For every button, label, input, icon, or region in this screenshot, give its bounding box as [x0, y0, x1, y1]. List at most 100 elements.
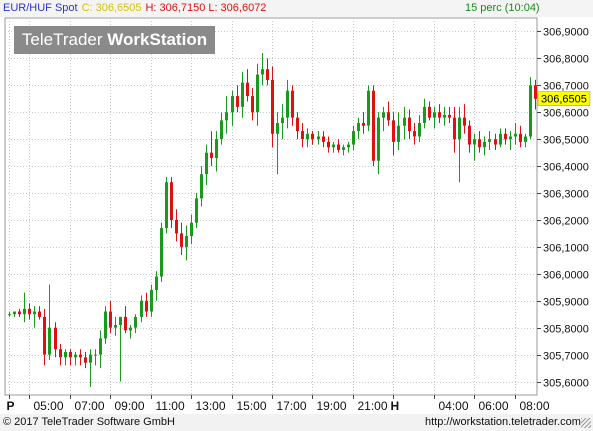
candle-body: [23, 308, 26, 315]
candle-body: [433, 112, 436, 118]
candle-body: [94, 354, 97, 356]
chart-grid: [4, 17, 538, 396]
candle-body: [84, 357, 87, 363]
candle-body: [382, 112, 385, 118]
candle-body: [519, 133, 522, 142]
y-tick-label: 306,0000: [543, 270, 589, 282]
candle-body: [134, 316, 137, 328]
candle-body: [195, 198, 198, 223]
candle-body: [165, 182, 168, 229]
candle-body: [403, 117, 406, 126]
candle-body: [220, 120, 223, 140]
candle-body: [488, 139, 491, 142]
y-tick-label: 305,7000: [543, 351, 589, 363]
y-tick-label: 305,9000: [543, 297, 589, 309]
candle-body: [428, 106, 431, 118]
candle-body: [225, 112, 228, 121]
candle-body: [438, 112, 441, 118]
candle-body: [529, 85, 532, 137]
y-tick-label: 306,6000: [543, 108, 589, 120]
candle-body: [387, 112, 390, 121]
candle-body: [458, 117, 461, 140]
candle-body: [266, 69, 269, 80]
candle-body: [129, 327, 132, 331]
x-tick-label: 21:00: [358, 399, 388, 413]
y-tick-label: 306,7000: [543, 81, 589, 93]
x-tick-label: 07:00: [75, 399, 105, 413]
candlestick-chart[interactable]: 306,9000 306,8000 306,7000 306,6000 306,5000…: [0, 0, 593, 431]
candle-body: [256, 74, 259, 113]
x-axis: P 05:00 07:00 09:00 11:00 13:00 15:00 17:00 19:0…: [7, 395, 550, 413]
candle-body: [33, 311, 36, 315]
y-tick-label: 306,9000: [543, 27, 589, 39]
candle-body: [286, 90, 289, 118]
candle-body: [241, 82, 244, 107]
candle-body: [534, 85, 537, 99]
candle-body: [317, 136, 320, 140]
candle-body: [79, 354, 82, 358]
candle-body: [504, 133, 507, 140]
candle-body: [124, 316, 127, 331]
candle-body: [392, 120, 395, 142]
candle-body: [352, 131, 355, 145]
y-tick-label: 306,8000: [543, 54, 589, 66]
candle-body: [291, 90, 294, 118]
candle-body: [109, 311, 112, 328]
candle-body: [180, 233, 183, 247]
candle-body: [473, 139, 476, 145]
copyright-text: © 2017 TeleTrader Software GmbH: [3, 416, 175, 428]
y-tick-label: 305,8000: [543, 324, 589, 336]
candle-body: [362, 123, 365, 126]
candle-body: [261, 69, 264, 75]
candle-body: [327, 141, 330, 148]
last-price-tag: 306,6505: [537, 91, 591, 106]
candle-body: [397, 125, 400, 142]
candle-body: [104, 311, 107, 339]
candle-body: [48, 327, 51, 355]
x-tick-label: 06:00: [479, 399, 509, 413]
candle-body: [74, 354, 77, 358]
candle-body: [514, 133, 517, 137]
candle-body: [119, 316, 122, 325]
candle-body: [413, 131, 416, 137]
candle-body: [311, 133, 314, 140]
y-tick-label: 306,1000: [543, 243, 589, 255]
x-tick-label: H: [391, 399, 400, 413]
x-tick-label: 04:00: [439, 399, 469, 413]
candle-body: [357, 123, 360, 132]
y-tick-label: 306,2000: [543, 216, 589, 228]
footer-url[interactable]: http://workstation.teletrader.com: [425, 416, 581, 428]
y-tick-label: 306,3000: [543, 189, 589, 201]
candle-body: [210, 152, 213, 159]
candle-body: [296, 117, 299, 132]
resize-grip-icon[interactable]: [581, 418, 591, 428]
candle-body: [175, 219, 178, 234]
candle-body: [337, 144, 340, 150]
candle-body: [347, 144, 350, 148]
x-tick-label: 05:00: [34, 399, 64, 413]
candle-body: [150, 289, 153, 312]
candle-body: [236, 96, 239, 107]
candle-body: [160, 228, 163, 277]
candle-body: [251, 96, 254, 113]
candle-body: [170, 182, 173, 220]
candle-body: [28, 308, 31, 315]
y-tick-label: 306,4000: [543, 162, 589, 174]
candle-body: [408, 117, 411, 132]
candle-body: [332, 144, 335, 148]
candle-body: [483, 141, 486, 148]
candle-body: [215, 139, 218, 159]
candle-body: [190, 222, 193, 237]
x-tick-label: 09:00: [115, 399, 145, 413]
candle-body: [185, 236, 188, 247]
candle-body: [499, 133, 502, 145]
candle-body: [205, 152, 208, 175]
watermark-brand: TeleTrader: [21, 30, 103, 49]
candle-body: [494, 139, 497, 145]
y-tick-label: 305,6000: [543, 378, 589, 390]
candle-body: [306, 133, 309, 140]
candle-body: [463, 117, 466, 126]
watermark: TeleTrader WorkStation: [14, 26, 215, 54]
y-tick-label: 306,5000: [543, 135, 589, 147]
candle-body: [145, 300, 148, 312]
